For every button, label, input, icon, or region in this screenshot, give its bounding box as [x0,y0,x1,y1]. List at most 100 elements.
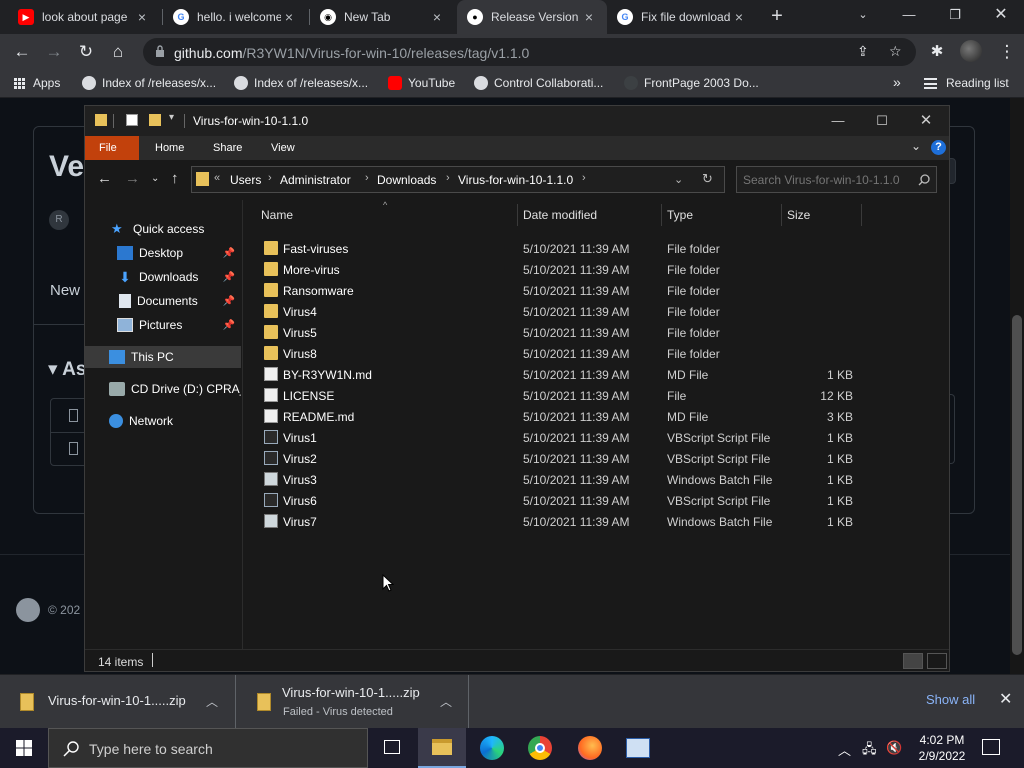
bookmark-item[interactable]: YouTube [388,76,455,90]
restore-button[interactable]: ❐ [932,0,978,30]
bookmark-item[interactable]: Control Collaborati... [474,76,603,90]
minimize-button[interactable]: — [886,0,932,30]
file-row[interactable]: LICENSE 5/10/2021 11:39 AM File 12 KB [259,385,859,406]
network-icon[interactable]: 🖧 [862,740,877,762]
breadcrumb-item[interactable]: Users [230,173,261,187]
chevron-up-icon[interactable]: ︿ [440,693,452,710]
file-row[interactable]: Virus6 5/10/2021 11:39 AM VBScript Script … [259,490,859,511]
page-scrollbar-thumb[interactable] [1012,315,1022,655]
close-icon[interactable]: × [581,9,597,25]
customize-quick-access-icon[interactable]: ▾ [169,112,174,123]
zip-icon[interactable] [69,409,78,422]
avatar[interactable] [960,40,982,62]
back-button[interactable]: ← [97,170,112,187]
browser-tab[interactable]: ◉ New Tab × [310,0,455,34]
breadcrumb-chevron-icon[interactable]: › [446,172,450,184]
file-row[interactable]: More-virus 5/10/2021 11:39 AM File folder [259,259,859,280]
details-view-button[interactable] [903,653,923,669]
breadcrumb-overflow[interactable]: « [214,172,220,184]
close-icon[interactable]: × [731,9,747,25]
column-header-size[interactable]: Size [787,208,810,230]
up-button[interactable]: ↑ [171,170,179,187]
file-row[interactable]: Virus8 5/10/2021 11:39 AM File folder [259,343,859,364]
close-button[interactable]: ✕ [903,110,949,132]
taskbar-search-box[interactable]: Type here to search [48,728,368,768]
browser-tab[interactable]: G Fix file download × [607,0,757,34]
search-icon[interactable] [918,174,930,186]
new-folder-icon[interactable] [149,114,161,126]
breadcrumb-item[interactable]: Administrator [280,173,351,187]
file-row[interactable]: Virus5 5/10/2021 11:39 AM File folder [259,322,859,343]
nav-item-pictures[interactable]: Pictures 📌 [85,314,241,336]
back-button[interactable]: ← [10,40,34,64]
breadcrumb-chevron-icon[interactable]: › [582,172,586,184]
bookmark-item[interactable]: Index of /releases/x... [234,76,368,90]
expand-ribbon-icon[interactable]: ⌄ [911,139,921,153]
breadcrumb-chevron-icon[interactable]: › [268,172,272,184]
taskbar-clock[interactable]: 4:02 PM 2/9/2022 [914,732,970,764]
file-row[interactable]: README.md 5/10/2021 11:39 AM MD File 3 KB [259,406,859,427]
ribbon-tab-home[interactable]: Home [141,136,198,160]
new-tab-button[interactable]: + [766,5,788,27]
column-divider[interactable] [517,204,518,226]
address-bar[interactable]: github.com/R3YW1N/Virus-for-win-10/relea… [143,38,916,66]
reload-button[interactable]: ↻ [74,40,98,64]
notification-center-icon[interactable] [982,739,1000,755]
taskbar-app[interactable] [614,728,662,768]
tab-search-button[interactable]: ⌄ [840,0,886,30]
explorer-search-box[interactable] [736,166,937,193]
nav-item-quick-access[interactable]: ★ Quick access [85,218,241,240]
nav-item-network[interactable]: Network [85,410,241,432]
file-row[interactable]: Virus4 5/10/2021 11:39 AM File folder [259,301,859,322]
browser-tab[interactable]: ▶ look about page × [8,0,160,34]
file-row[interactable]: Virus7 5/10/2021 11:39 AM Windows Batch Fi… [259,511,859,532]
explorer-address-bar[interactable]: « Users › Administrator › Downloads › Vi… [191,166,725,193]
column-header-name[interactable]: Name [261,208,293,230]
large-icons-view-button[interactable] [927,653,947,669]
bookmark-star-icon[interactable]: ☆ [889,43,902,60]
file-row[interactable]: Virus2 5/10/2021 11:39 AM VBScript Script … [259,448,859,469]
file-row[interactable]: Ransomware 5/10/2021 11:39 AM File folder [259,280,859,301]
nav-item-this-pc[interactable]: This PC [85,346,241,368]
refresh-icon[interactable]: ↻ [702,171,713,187]
close-icon[interactable]: × [281,9,297,25]
bookmark-item[interactable]: FrontPage 2003 Do... [624,76,759,90]
column-header-date[interactable]: Date modified [523,208,597,230]
minimize-button[interactable]: — [815,110,861,132]
bookmarks-overflow-button[interactable]: » [893,74,901,90]
task-view-button[interactable] [368,728,416,768]
browser-tab-active[interactable]: ● Release Version × [457,0,607,34]
breadcrumb-item[interactable]: Virus-for-win-10-1.1.0 [458,173,573,187]
menu-icon[interactable]: ⋮ [995,40,1019,64]
forward-button[interactable]: → [42,40,66,64]
close-download-shelf-button[interactable]: ✕ [999,689,1012,709]
show-all-downloads-link[interactable]: Show all [926,692,975,707]
address-dropdown-icon[interactable]: ⌄ [674,173,683,186]
search-input[interactable] [743,171,913,189]
file-row[interactable]: Virus3 5/10/2021 11:39 AM Windows Batch Fi… [259,469,859,490]
taskbar-file-explorer[interactable] [418,728,466,768]
start-button[interactable] [0,728,48,768]
close-icon[interactable]: × [429,9,445,25]
nav-item-downloads[interactable]: ⬇ Downloads 📌 [85,266,241,288]
explorer-title-bar[interactable]: ▾ Virus-for-win-10-1.1.0 — ☐ ✕ [85,106,949,136]
chevron-up-icon[interactable]: ︿ [838,740,851,759]
column-divider[interactable] [861,204,862,226]
help-icon[interactable]: ? [931,140,946,155]
ribbon-tab-share[interactable]: Share [199,136,256,160]
taskbar-chrome[interactable] [516,728,564,768]
taskbar-firefox[interactable] [566,728,614,768]
github-logo-icon[interactable] [16,598,40,622]
maximize-button[interactable]: ☐ [859,110,905,132]
breadcrumb-item[interactable]: Downloads [377,173,436,187]
file-row[interactable]: BY-R3YW1N.md 5/10/2021 11:39 AM MD File 1 K… [259,364,859,385]
breadcrumb-chevron-icon[interactable]: › [365,172,369,184]
file-row[interactable]: Virus1 5/10/2021 11:39 AM VBScript Script … [259,427,859,448]
assets-heading[interactable]: ▾ As [48,358,86,381]
zip-icon[interactable] [69,442,78,455]
close-window-button[interactable]: ✕ [978,0,1024,30]
bookmark-apps[interactable]: Apps [14,76,60,90]
download-item[interactable]: Virus-for-win-10-1.....zip ︿ [0,675,236,729]
forward-button[interactable]: → [125,170,140,187]
share-icon[interactable]: ⇪ [857,43,869,60]
